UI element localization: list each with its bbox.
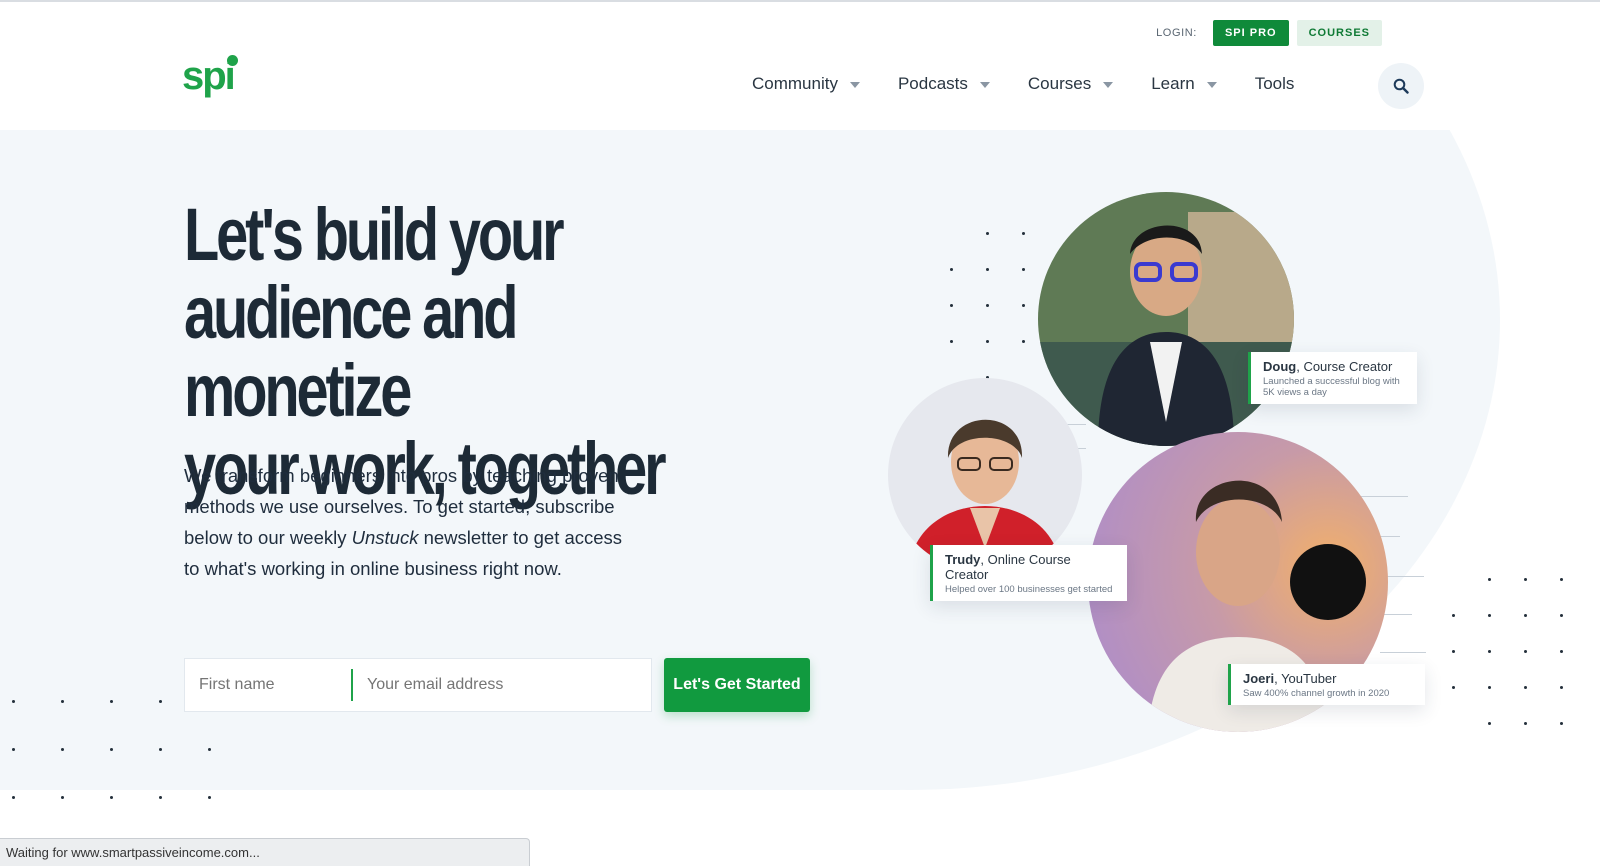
login-label: LOGIN: <box>1156 27 1197 39</box>
nav-item-tools[interactable]: Tools <box>1255 74 1295 94</box>
nav-label: Community <box>752 74 838 93</box>
email-input[interactable] <box>353 669 651 701</box>
chevron-down-icon <box>1206 81 1217 88</box>
testimonial-name: Joeri <box>1243 671 1275 686</box>
hero-subtext: We transform beginners into pros by teac… <box>184 460 634 584</box>
decor-line <box>1380 652 1426 653</box>
trudy-photo <box>888 378 1082 572</box>
courses-login-button[interactable]: COURSES <box>1296 20 1382 46</box>
testimonial-name-line: Joeri, YouTuber <box>1243 671 1413 686</box>
spi-logo[interactable]: spi <box>182 52 242 100</box>
main-nav: Community Podcasts Courses Learn Tools <box>752 74 1332 94</box>
signup-fields <box>184 658 652 712</box>
nav-item-learn[interactable]: Learn <box>1151 74 1217 94</box>
signup-form: Let's Get Started <box>184 658 810 712</box>
testimonial-name: Trudy <box>945 552 981 567</box>
nav-item-courses[interactable]: Courses <box>1027 74 1114 94</box>
testimonial-name-line: Doug, Course Creator <box>1263 359 1405 374</box>
headline-line-1: Let's build your <box>184 193 565 276</box>
first-name-input[interactable] <box>185 669 353 701</box>
utility-bar: LOGIN: SPI PRO COURSES <box>1156 20 1382 46</box>
testimonial-desc: Launched a successful blog with 5K views… <box>1263 376 1400 398</box>
testimonial-card-joeri: Joeri, YouTuber Saw 400% channel growth … <box>1228 664 1425 705</box>
headline-line-2: audience and monetize <box>184 271 519 432</box>
testimonial-desc: Helped over 100 businesses get started <box>945 584 1113 595</box>
nav-label: Courses <box>1027 74 1092 93</box>
chevron-down-icon <box>979 81 990 88</box>
browser-status-bar: Waiting for www.smartpassiveincome.com..… <box>0 838 530 866</box>
window-top-border <box>0 0 1600 2</box>
testimonial-role: , Course Creator <box>1296 359 1393 374</box>
logo-dot <box>227 55 238 66</box>
testimonial-card-trudy: Trudy, Online Course Creator Helped over… <box>930 545 1127 601</box>
testimonial-card-doug: Doug, Course Creator Launched a successf… <box>1248 352 1417 404</box>
testimonial-role: , YouTuber <box>1274 671 1337 686</box>
doug-photo <box>1038 192 1294 446</box>
chevron-down-icon <box>849 81 860 88</box>
newsletter-name: Unstuck <box>351 527 419 548</box>
chevron-down-icon <box>1103 81 1114 88</box>
spi-pro-login-button[interactable]: SPI PRO <box>1212 20 1289 46</box>
search-button[interactable] <box>1378 63 1424 109</box>
get-started-button[interactable]: Let's Get Started <box>664 658 810 712</box>
nav-label: Tools <box>1254 74 1295 93</box>
testimonial-desc: Saw 400% channel growth in 2020 <box>1243 688 1390 699</box>
nav-label: Podcasts <box>897 74 968 93</box>
testimonial-name: Doug <box>1263 359 1297 374</box>
nav-label: Learn <box>1151 74 1195 93</box>
nav-item-community[interactable]: Community <box>752 74 860 94</box>
search-icon <box>1393 78 1409 94</box>
testimonial-name-line: Trudy, Online Course Creator <box>945 552 1115 582</box>
nav-item-podcasts[interactable]: Podcasts <box>898 74 990 94</box>
